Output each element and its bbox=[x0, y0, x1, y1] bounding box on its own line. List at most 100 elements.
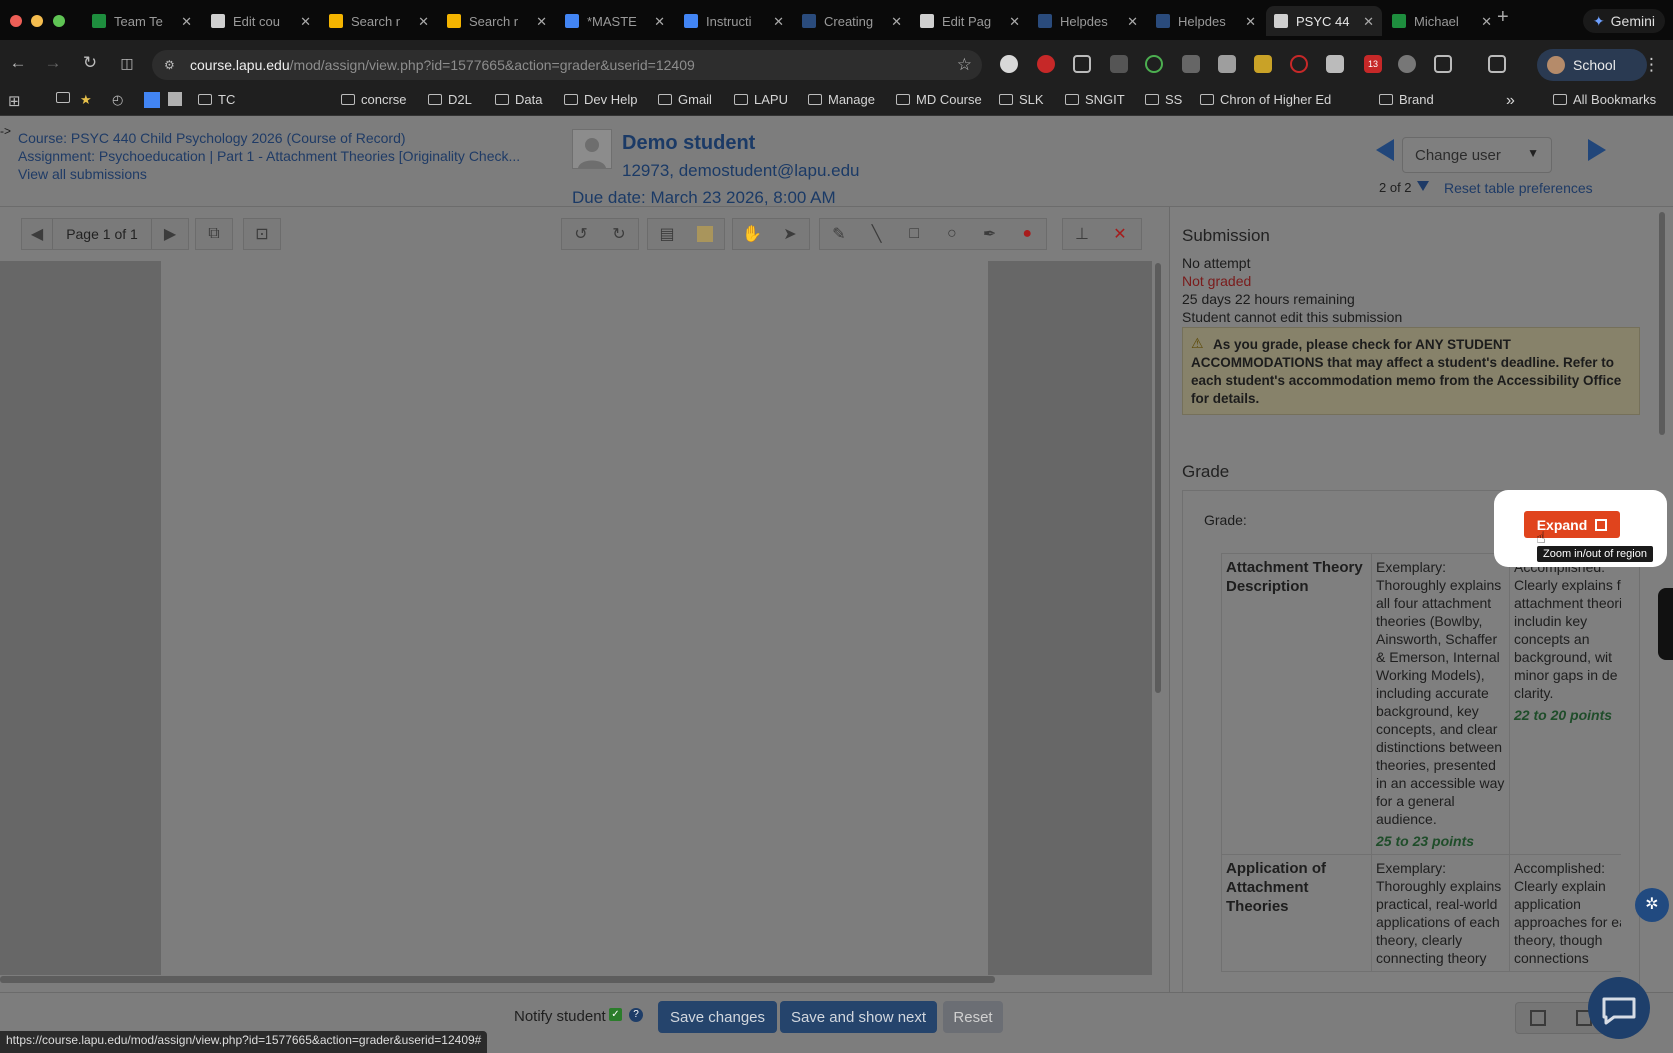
comment-icon[interactable]: ▤ bbox=[648, 219, 686, 249]
search-comments-button[interactable]: ⧉ bbox=[195, 218, 233, 250]
all-bookmarks[interactable]: All Bookmarks bbox=[1553, 92, 1656, 107]
delete-icon[interactable]: ✕ bbox=[1101, 219, 1139, 249]
forward-icon[interactable]: → bbox=[43, 53, 63, 73]
extensions-puzzle-icon[interactable] bbox=[1434, 55, 1452, 73]
panel-scrollbar[interactable] bbox=[1659, 212, 1665, 435]
bookmark-item[interactable]: concrse bbox=[341, 92, 407, 107]
browser-tab[interactable]: Edit cou ✕ bbox=[203, 6, 319, 36]
bookmark-item[interactable]: Manage bbox=[808, 92, 875, 107]
help-icon[interactable]: ? bbox=[629, 1008, 643, 1022]
layout-collapse-icon[interactable] bbox=[1530, 1010, 1546, 1026]
maximize-window-button[interactable] bbox=[53, 15, 65, 27]
extension-icon[interactable] bbox=[1000, 55, 1018, 73]
notify-student-checkbox[interactable]: ✓ bbox=[609, 1008, 622, 1021]
bookmark-item[interactable]: Gmail bbox=[658, 92, 712, 107]
star-icon[interactable]: ★ bbox=[80, 92, 92, 108]
extension-person-icon[interactable] bbox=[1326, 55, 1344, 73]
oval-icon[interactable]: ○ bbox=[933, 219, 971, 249]
previous-user-arrow-icon[interactable] bbox=[1376, 139, 1394, 161]
previous-page-icon[interactable]: ◀ bbox=[22, 219, 52, 249]
save-changes-button[interactable]: Save changes bbox=[658, 1001, 777, 1033]
reset-button[interactable]: Reset bbox=[943, 1001, 1003, 1033]
minimize-window-button[interactable] bbox=[31, 15, 43, 27]
bookmark-item[interactable]: Brand bbox=[1379, 92, 1434, 107]
bookmark-item[interactable]: TC bbox=[198, 92, 235, 107]
gemini-button[interactable]: ✦ Gemini bbox=[1582, 9, 1665, 33]
extension-check-icon[interactable] bbox=[1145, 55, 1163, 73]
new-tab-button[interactable]: + bbox=[1497, 6, 1509, 29]
history-icon[interactable]: ◴ bbox=[112, 92, 123, 108]
calendar-icon[interactable] bbox=[144, 92, 160, 108]
extension-timer-icon[interactable] bbox=[1182, 55, 1200, 73]
profile-button[interactable]: School bbox=[1537, 49, 1647, 81]
close-tab-icon[interactable]: ✕ bbox=[1481, 14, 1492, 30]
site-info-icon[interactable]: ⚙ bbox=[164, 58, 178, 72]
browser-tab[interactable]: Team Te ✕ bbox=[84, 6, 200, 36]
chat-button[interactable] bbox=[1588, 977, 1650, 1039]
highlighter-icon[interactable]: ✒ bbox=[971, 219, 1009, 249]
color-swatch-icon[interactable] bbox=[686, 219, 724, 249]
browser-tab[interactable]: Search r ✕ bbox=[439, 6, 555, 36]
browser-tab[interactable]: Instructi ✕ bbox=[676, 6, 792, 36]
line-icon[interactable]: ╲ bbox=[858, 219, 896, 249]
close-tab-icon[interactable]: ✕ bbox=[1127, 14, 1138, 30]
bookmark-star-icon[interactable]: ☆ bbox=[957, 55, 972, 75]
color-drop-icon[interactable]: ● bbox=[1008, 219, 1046, 249]
change-user-select[interactable]: Change user ▼ bbox=[1402, 137, 1552, 173]
apps-grid-icon[interactable]: ⊞ bbox=[8, 92, 21, 110]
pen-icon[interactable]: ✎ bbox=[820, 219, 858, 249]
extension-w-icon[interactable] bbox=[1398, 55, 1416, 73]
student-name[interactable]: Demo student bbox=[622, 132, 755, 155]
browser-tab[interactable]: Creating ✕ bbox=[794, 6, 910, 36]
reset-table-preferences-link[interactable]: Reset table preferences bbox=[1444, 180, 1593, 196]
address-bar[interactable]: ⚙ course.lapu.edu/mod/assign/view.php?id… bbox=[152, 50, 982, 80]
close-tab-icon[interactable]: ✕ bbox=[418, 14, 429, 30]
close-tab-icon[interactable]: ✕ bbox=[1245, 14, 1256, 30]
bookmark-item[interactable]: MD Course bbox=[896, 92, 982, 107]
extension-s-icon[interactable] bbox=[1110, 55, 1128, 73]
folder-icon[interactable] bbox=[56, 92, 70, 103]
accessibility-icon[interactable]: ✲ bbox=[1635, 888, 1669, 922]
browser-tab[interactable]: Search r ✕ bbox=[321, 6, 437, 36]
extension-badge-icon[interactable]: 13 bbox=[1364, 55, 1382, 73]
assignment-link[interactable]: Assignment: Psychoeducation | Part 1 - A… bbox=[18, 148, 520, 164]
close-tab-icon[interactable]: ✕ bbox=[1009, 14, 1020, 30]
close-tab-icon[interactable]: ✕ bbox=[300, 14, 311, 30]
drive-icon[interactable] bbox=[168, 92, 182, 106]
close-tab-icon[interactable]: ✕ bbox=[654, 14, 665, 30]
view-all-submissions-link[interactable]: View all submissions bbox=[18, 166, 147, 182]
menu-kebab-icon[interactable]: ⋮ bbox=[1643, 55, 1660, 75]
course-link[interactable]: Course: PSYC 440 Child Psychology 2026 (… bbox=[18, 130, 406, 146]
screenshot-icon[interactable] bbox=[1073, 55, 1091, 73]
adblock-icon[interactable] bbox=[1037, 55, 1055, 73]
browser-tab[interactable]: *MASTE ✕ bbox=[557, 6, 673, 36]
browser-tab[interactable]: Helpdes ✕ bbox=[1030, 6, 1146, 36]
select-pointer-icon[interactable]: ➤ bbox=[771, 219, 809, 249]
extension-grid-icon[interactable] bbox=[1218, 55, 1236, 73]
rubric-level[interactable]: Accomplished: Clearly explain applicatio… bbox=[1509, 854, 1621, 972]
rotate-right-icon[interactable]: ↻ bbox=[600, 219, 638, 249]
back-icon[interactable]: ← bbox=[8, 53, 28, 73]
reading-mode-icon[interactable] bbox=[1488, 55, 1506, 73]
browser-tab[interactable]: Michael ✕ bbox=[1384, 6, 1500, 36]
bookmark-item[interactable]: SLK bbox=[999, 92, 1044, 107]
collapse-arrow[interactable]: -> bbox=[0, 124, 11, 138]
browser-tab[interactable]: Edit Pag ✕ bbox=[912, 6, 1028, 36]
chevron-double-right-icon[interactable]: » bbox=[1506, 92, 1515, 110]
pdf-scrollbar-thumb[interactable] bbox=[1155, 263, 1161, 693]
page-select[interactable]: Page 1 of 1 bbox=[52, 219, 152, 249]
browser-tab[interactable]: Helpdes ✕ bbox=[1148, 6, 1264, 36]
pan-hand-icon[interactable]: ✋ bbox=[733, 219, 771, 249]
side-drawer-tab[interactable] bbox=[1658, 588, 1673, 660]
rectangle-icon[interactable]: □ bbox=[895, 219, 933, 249]
browser-tab[interactable]: PSYC 44 ✕ bbox=[1266, 6, 1382, 36]
close-tab-icon[interactable]: ✕ bbox=[891, 14, 902, 30]
rotate-left-icon[interactable]: ↺ bbox=[562, 219, 600, 249]
bookmark-item[interactable]: Data bbox=[495, 92, 542, 107]
bookmark-item[interactable]: SS bbox=[1145, 92, 1182, 107]
close-tab-icon[interactable]: ✕ bbox=[536, 14, 547, 30]
expand-comments-button[interactable]: ⊡ bbox=[243, 218, 281, 250]
pdf-viewer[interactable] bbox=[0, 261, 1164, 975]
reload-icon[interactable]: ↻ bbox=[80, 53, 100, 73]
stamp-icon[interactable]: ⊥ bbox=[1063, 219, 1101, 249]
